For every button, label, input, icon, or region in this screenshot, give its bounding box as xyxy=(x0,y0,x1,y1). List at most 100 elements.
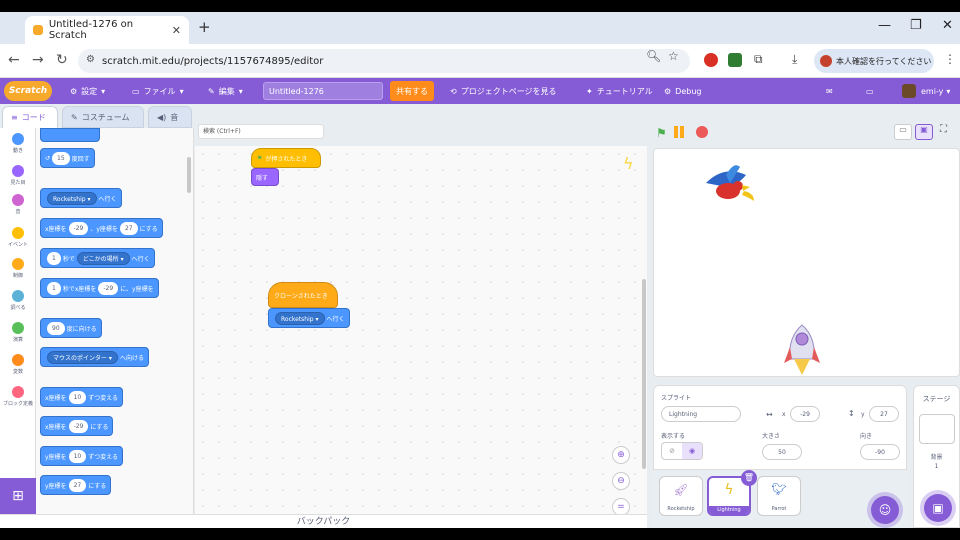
backdrop-thumbnail[interactable] xyxy=(918,414,955,444)
category-sensing[interactable]: 調べる xyxy=(0,290,36,311)
tab-code[interactable]: ≡ コード xyxy=(2,106,58,128)
hidden-eye-icon[interactable]: ⊘ xyxy=(662,443,682,459)
size-input[interactable]: 50 xyxy=(762,444,802,460)
code-workspace[interactable]: ⚑ が押されたとき 隠す クローンされたとき Rocketship ▾ へ行く … xyxy=(195,146,647,516)
change-y-block[interactable]: y座標を 10 ずつ変える xyxy=(40,446,124,466)
messages-icon[interactable]: ✉ xyxy=(826,78,833,104)
category-variables[interactable]: 変数 xyxy=(0,354,36,375)
profile-verify-button[interactable]: 本人確認を行ってください xyxy=(814,49,934,73)
account-menu[interactable]: emi-y ▾ xyxy=(902,78,950,104)
my-stuff-folder-icon[interactable]: ▭ xyxy=(866,78,874,104)
stage-panel[interactable]: ステージ 背景 1 ▣ xyxy=(913,385,960,528)
close-tab-icon[interactable]: ✕ xyxy=(172,24,181,37)
category-sound[interactable]: 音 xyxy=(0,194,36,215)
glide-to-block[interactable]: 1 秒で どこかの場所 ▾ へ行く xyxy=(40,248,155,268)
see-project-page-button[interactable]: ⟲ プロジェクトページを見る xyxy=(450,78,557,104)
stop-icon[interactable] xyxy=(696,126,708,138)
tab-costumes[interactable]: ✎ コスチューム xyxy=(62,106,144,128)
green-flag-icon[interactable]: ⚑ xyxy=(656,126,667,140)
goto-block[interactable]: Rocketship ▾ へ行く xyxy=(40,188,122,208)
category-motion[interactable]: 動き xyxy=(0,133,36,154)
goto-xy-block[interactable]: x座標を -29 、y座標を 27 にする xyxy=(40,218,163,238)
category-control[interactable]: 制御 xyxy=(0,258,36,279)
turn-value[interactable]: 15 xyxy=(52,151,70,165)
tutorials-button[interactable]: ✦ チュートリアル xyxy=(586,78,653,104)
when-cloned-hat[interactable]: クローンされたとき xyxy=(268,282,338,308)
fullscreen-icon[interactable]: ⛶ xyxy=(940,124,947,135)
new-tab-icon[interactable]: + xyxy=(198,18,211,36)
goto-target-dropdown[interactable]: Rocketship ▾ xyxy=(47,191,97,205)
bookmark-star-icon[interactable]: ☆ xyxy=(668,49,679,63)
download-icon[interactable]: ⤓ xyxy=(792,52,797,67)
y-value[interactable]: 27 xyxy=(119,221,138,235)
point-target-dropdown[interactable]: マウスのポインター ▾ xyxy=(47,350,118,364)
add-extension-button[interactable]: ⊞ xyxy=(0,478,36,514)
workspace-scrollbar[interactable] xyxy=(642,279,646,469)
sprite-thumb-parrot[interactable]: 🐦︎ Parrot xyxy=(757,476,801,516)
kebab-menu-icon[interactable]: ⋮ xyxy=(944,52,956,66)
x-value[interactable]: -29 xyxy=(98,281,119,295)
category-operators[interactable]: 演算 xyxy=(0,322,36,343)
large-stage-icon[interactable]: ▣ xyxy=(915,124,933,140)
add-backdrop-button[interactable]: ▣ xyxy=(924,494,952,522)
point-towards-block[interactable]: マウスのポインター ▾ へ向ける xyxy=(40,347,149,367)
add-sprite-button[interactable]: ☺ xyxy=(871,496,899,524)
site-info-icon[interactable]: ⚙ xyxy=(86,54,95,65)
secs-value[interactable]: 1 xyxy=(47,281,61,295)
forward-icon[interactable]: → xyxy=(32,52,44,68)
file-menu[interactable]: ▭ ファイル ▾ xyxy=(132,78,184,104)
sprite-name-input[interactable]: Lightning xyxy=(661,406,741,422)
change-x-value[interactable]: 10 xyxy=(68,390,87,404)
extension-icon[interactable] xyxy=(728,53,742,67)
block-search-input[interactable]: 検索 (Ctrl+F) xyxy=(198,124,324,139)
turn-left-block[interactable]: ↺ 15 度回す xyxy=(40,148,95,168)
goto-target-dropdown[interactable]: Rocketship ▾ xyxy=(275,311,325,325)
zoom-search-icon[interactable]: 🔍︎ xyxy=(646,49,661,63)
glide-xy-block[interactable]: 1 秒でx座標を -29 に、y座標を xyxy=(40,278,159,298)
change-x-block[interactable]: x座標を 10 ずつ変える xyxy=(40,387,124,407)
url-field[interactable]: ⚙ scratch.mit.edu/projects/1157674895/ed… xyxy=(78,49,690,73)
browser-tab[interactable]: Untitled-1276 on Scratch ✕ xyxy=(25,16,189,44)
category-my-blocks[interactable]: ブロック定義 xyxy=(0,386,36,407)
set-x-block[interactable]: x座標を -29 にする xyxy=(40,416,114,436)
visible-eye-icon[interactable]: ◉ xyxy=(682,443,702,459)
palette-scrollbar[interactable] xyxy=(187,157,191,193)
goto-block[interactable]: Rocketship ▾ へ行く xyxy=(268,308,350,328)
reload-icon[interactable]: ↻ xyxy=(56,52,68,68)
secs-value[interactable]: 1 xyxy=(47,251,61,265)
stage-canvas[interactable] xyxy=(653,148,960,377)
edit-menu[interactable]: ✎ 編集 ▾ xyxy=(208,78,243,104)
hide-block[interactable]: 隠す xyxy=(251,168,279,186)
sprite-thumb-lightning[interactable]: ϟ Lightning 🗑︎ xyxy=(707,470,757,516)
extension-icon[interactable] xyxy=(704,53,718,67)
extensions-puzzle-icon[interactable]: ⧉ xyxy=(754,52,763,67)
scratch-logo[interactable]: Scratch xyxy=(4,81,52,101)
settings-menu[interactable]: ⚙ 設定 ▾ xyxy=(70,78,105,104)
sprite-thumb-rocketship[interactable]: 🚀︎ Rocketship xyxy=(659,476,703,516)
backpack[interactable]: バックパック xyxy=(0,514,647,528)
share-button[interactable]: 共有する xyxy=(390,81,434,101)
minimize-icon[interactable]: — xyxy=(878,18,891,33)
pause-icon[interactable] xyxy=(674,126,686,138)
visibility-toggle[interactable]: ⊘ ◉ xyxy=(661,442,703,460)
when-flag-clicked-hat[interactable]: ⚑ が押されたとき xyxy=(251,148,321,168)
back-icon[interactable]: ← xyxy=(8,52,20,68)
close-window-icon[interactable]: ✕ xyxy=(942,18,953,33)
direction-input[interactable]: -90 xyxy=(860,444,900,460)
set-y-block[interactable]: y座標を 27 にする xyxy=(40,475,112,495)
palette-block[interactable] xyxy=(40,128,100,142)
zoom-out-button[interactable]: ⊖ xyxy=(612,472,630,490)
glide-target-dropdown[interactable]: どこかの場所 ▾ xyxy=(76,251,130,265)
set-x-value[interactable]: -29 xyxy=(68,419,89,433)
maximize-icon[interactable]: ❐ xyxy=(910,18,922,33)
set-y-value[interactable]: 27 xyxy=(68,478,87,492)
category-events[interactable]: イベント xyxy=(0,227,36,248)
x-position-input[interactable]: -29 xyxy=(790,406,820,422)
x-value[interactable]: -29 xyxy=(68,221,89,235)
project-title-input[interactable]: Untitled-1276 xyxy=(263,82,383,100)
tab-sounds[interactable]: ◀) 音 xyxy=(148,106,192,128)
change-y-value[interactable]: 10 xyxy=(68,449,87,463)
zoom-in-button[interactable]: ⊕ xyxy=(612,446,630,464)
y-position-input[interactable]: 27 xyxy=(869,406,899,422)
direction-value[interactable]: 90 xyxy=(47,321,65,335)
